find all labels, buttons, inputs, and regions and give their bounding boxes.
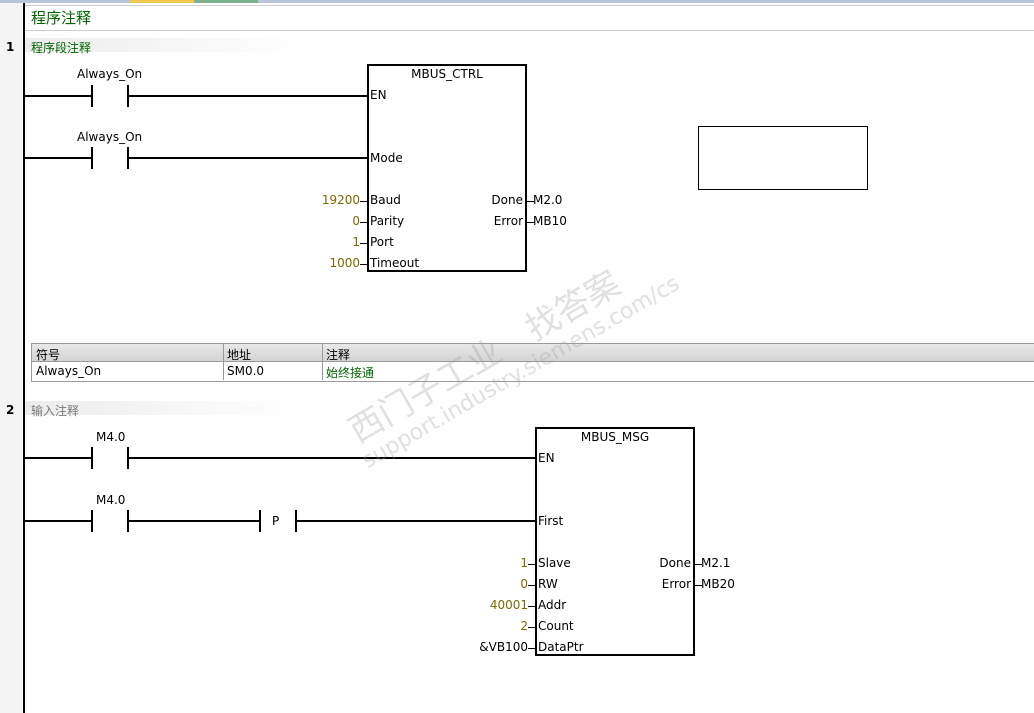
comment-cell[interactable]: 始终接通 bbox=[326, 364, 374, 381]
param-slave-value[interactable]: 1 bbox=[460, 556, 528, 570]
pin-dataptr: DataPtr bbox=[538, 640, 584, 654]
pin-port: Port bbox=[370, 235, 394, 249]
wire bbox=[25, 95, 91, 97]
pin-error: Error bbox=[493, 214, 523, 228]
contact-label[interactable]: Always_On bbox=[77, 130, 142, 144]
program-comment-cell[interactable] bbox=[25, 5, 1034, 31]
network-number[interactable]: 1 bbox=[6, 40, 14, 54]
column-header-symbol[interactable]: 符号 bbox=[36, 346, 60, 363]
wire bbox=[129, 95, 368, 97]
contact-label[interactable]: Always_On bbox=[77, 67, 142, 81]
pin-tick bbox=[528, 648, 536, 649]
network-comment[interactable]: 输入注释 bbox=[31, 402, 79, 419]
edge-contact-left-bar[interactable] bbox=[259, 510, 261, 532]
pin-tick bbox=[360, 222, 368, 223]
pin-timeout: Timeout bbox=[370, 256, 420, 270]
pin-rw: RW bbox=[538, 577, 558, 591]
wire bbox=[297, 520, 536, 522]
pin-baud: Baud bbox=[370, 193, 401, 207]
pin-en: EN bbox=[538, 451, 555, 465]
address-cell[interactable]: SM0.0 bbox=[227, 364, 264, 378]
empty-element-box[interactable] bbox=[698, 126, 868, 190]
contact-label[interactable]: M4.0 bbox=[96, 493, 125, 507]
contact-left-bar[interactable] bbox=[91, 447, 93, 469]
pin-parity: Parity bbox=[370, 214, 405, 228]
network-number[interactable]: 2 bbox=[6, 403, 14, 417]
param-count-value[interactable]: 2 bbox=[460, 619, 528, 633]
wire bbox=[129, 157, 368, 159]
column-header-comment[interactable]: 注释 bbox=[326, 346, 350, 363]
pin-en: EN bbox=[370, 88, 387, 102]
output-done-value[interactable]: M2.1 bbox=[701, 556, 730, 570]
positive-edge-label[interactable]: P bbox=[272, 514, 279, 528]
pin-addr: Addr bbox=[538, 598, 567, 612]
pin-error: Error bbox=[661, 577, 691, 591]
pin-tick bbox=[528, 585, 536, 586]
block-title: MBUS_CTRL bbox=[411, 67, 483, 81]
wire bbox=[129, 520, 259, 522]
pin-tick bbox=[528, 564, 536, 565]
contact-left-bar[interactable] bbox=[91, 510, 93, 532]
pin-tick bbox=[528, 606, 536, 607]
pin-done: Done bbox=[491, 193, 523, 207]
contact-left-bar[interactable] bbox=[91, 85, 93, 107]
param-rw-value[interactable]: 0 bbox=[460, 577, 528, 591]
wire bbox=[129, 457, 536, 459]
param-parity-value[interactable]: 0 bbox=[300, 214, 360, 228]
program-comment[interactable]: 程序注释 bbox=[31, 7, 91, 28]
pin-mode: Mode bbox=[370, 151, 403, 165]
contact-left-bar[interactable] bbox=[91, 147, 93, 169]
param-addr-value[interactable]: 40001 bbox=[460, 598, 528, 612]
pin-done: Done bbox=[659, 556, 691, 570]
symbol-cell[interactable]: Always_On bbox=[36, 364, 101, 378]
param-dataptr-value[interactable]: &VB100 bbox=[460, 640, 528, 654]
pin-tick bbox=[360, 264, 368, 265]
network-comment[interactable]: 程序段注释 bbox=[31, 39, 91, 56]
param-baud-value[interactable]: 19200 bbox=[300, 193, 360, 207]
output-done-value[interactable]: M2.0 bbox=[533, 193, 562, 207]
pin-tick bbox=[360, 201, 368, 202]
column-header-address[interactable]: 地址 bbox=[227, 346, 251, 363]
power-rail bbox=[23, 3, 25, 713]
column-divider bbox=[223, 344, 224, 380]
wire bbox=[25, 457, 91, 459]
pin-count: Count bbox=[538, 619, 574, 633]
wire bbox=[25, 157, 91, 159]
wire bbox=[25, 520, 91, 522]
param-timeout-value[interactable]: 1000 bbox=[300, 256, 360, 270]
pin-tick bbox=[528, 627, 536, 628]
pin-slave: Slave bbox=[538, 556, 571, 570]
param-port-value[interactable]: 1 bbox=[300, 235, 360, 249]
editor-tab-green[interactable] bbox=[194, 0, 258, 3]
network-gutter bbox=[0, 3, 22, 713]
output-error-value[interactable]: MB20 bbox=[701, 577, 735, 591]
pin-first: First bbox=[538, 514, 564, 528]
output-error-value[interactable]: MB10 bbox=[533, 214, 567, 228]
contact-label[interactable]: M4.0 bbox=[96, 430, 125, 444]
block-title: MBUS_MSG bbox=[580, 430, 650, 444]
pin-tick bbox=[360, 243, 368, 244]
editor-tab-yellow[interactable] bbox=[130, 0, 194, 3]
column-divider bbox=[322, 344, 323, 380]
